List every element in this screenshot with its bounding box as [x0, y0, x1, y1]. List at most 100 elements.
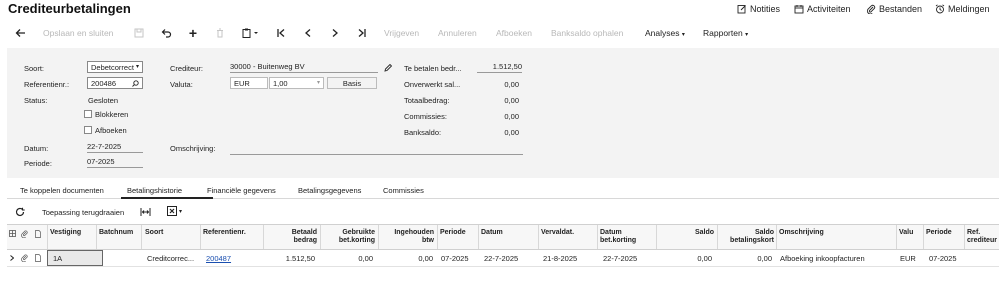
last-record-icon[interactable]: [356, 27, 368, 39]
grid-settings-icon[interactable]: [9, 230, 16, 237]
col-paid-amount[interactable]: Betaald bedrag: [265, 229, 317, 245]
currency-field[interactable]: EUR: [230, 77, 268, 89]
block-checkbox[interactable]: [84, 110, 92, 118]
tab-payment-details[interactable]: Betalingsgegevens: [298, 186, 361, 195]
col-separator: [538, 225, 539, 249]
type-select[interactable]: Debetcorrect ▾: [87, 61, 143, 73]
notifications-label: Meldingen: [948, 4, 990, 14]
search-icon[interactable]: [132, 80, 139, 87]
col-date[interactable]: Datum: [481, 229, 503, 237]
col-used-line2: bet.korting: [338, 237, 375, 244]
description-field[interactable]: [230, 144, 523, 155]
cell-period-2[interactable]: 07-2025: [929, 254, 957, 263]
undo-icon[interactable]: [160, 27, 172, 39]
tab-documents[interactable]: Te koppelen documenten: [20, 186, 104, 195]
grid-header: Vestiging Batchnum Soort Referentienr. B…: [7, 224, 999, 250]
next-record-icon[interactable]: [329, 27, 341, 39]
col-description[interactable]: Omschrijving: [779, 229, 824, 237]
files-link[interactable]: Bestanden: [866, 4, 922, 14]
tab-commissions[interactable]: Commissies: [383, 186, 424, 195]
period-field[interactable]: 07-2025: [87, 157, 143, 168]
date-field[interactable]: 22-7-2025: [87, 142, 143, 153]
col-due-date[interactable]: Vervaldat.: [541, 229, 574, 237]
export-excel-button[interactable]: ▾: [167, 206, 182, 216]
cell-balance[interactable]: 0,00: [659, 254, 712, 263]
write-off-checkbox[interactable]: [84, 126, 92, 134]
col-used-discount[interactable]: Gebruikte bet.korting: [322, 229, 375, 245]
previous-record-icon[interactable]: [302, 27, 314, 39]
creditor-field[interactable]: 30000 - Buitenweg BV: [230, 62, 378, 73]
cell-balance-discount[interactable]: 0,00: [719, 254, 772, 263]
attachment-column-icon: [21, 230, 28, 238]
basis-button[interactable]: Basis: [327, 77, 377, 89]
cell-branch[interactable]: 1A: [53, 254, 62, 263]
write-off-button[interactable]: Afboeken: [496, 28, 532, 38]
col-separator: [96, 225, 97, 249]
amount-due-field[interactable]: 1.512,50: [477, 62, 522, 73]
files-label: Bestanden: [879, 4, 923, 14]
col-type[interactable]: Soort: [145, 229, 163, 237]
tab-payment-history[interactable]: Betalingshistorie: [127, 186, 182, 195]
cell-discount-date[interactable]: 22-7-2025: [603, 254, 637, 263]
cell-due-date[interactable]: 21-8-2025: [543, 254, 577, 263]
reports-menu[interactable]: Rapporten ▾: [703, 28, 748, 38]
cell-used-discount[interactable]: 0,00: [322, 254, 373, 263]
col-currency[interactable]: Valu: [899, 229, 913, 237]
col-creditor-ref[interactable]: Ref. crediteur: [967, 229, 997, 245]
col-withheld-vat[interactable]: Ingehouden btw: [380, 229, 434, 245]
col-balance[interactable]: Saldo: [659, 229, 714, 237]
fit-columns-icon[interactable]: [140, 207, 151, 217]
cell-currency[interactable]: EUR: [900, 254, 916, 263]
analyses-menu[interactable]: Analyses ▾: [645, 28, 685, 38]
notifications-link[interactable]: Meldingen: [935, 4, 990, 14]
reports-label: Rapporten: [703, 28, 743, 38]
col-withheld-line2: btw: [421, 237, 434, 244]
col-separator: [378, 225, 379, 249]
title-bar: Crediteurbetalingen Notities Activiteite…: [0, 0, 999, 20]
col-period[interactable]: Periode: [440, 229, 466, 237]
col-separator: [656, 225, 657, 249]
paste-dropdown-icon[interactable]: [241, 27, 261, 39]
cell-reference-link[interactable]: 200487: [206, 254, 231, 263]
total-value: 0,00: [504, 96, 519, 105]
creditor-label: Crediteur:: [170, 64, 203, 73]
refresh-icon[interactable]: [15, 207, 25, 217]
back-arrow-icon[interactable]: [14, 27, 26, 39]
status-value: Gesloten: [88, 96, 119, 105]
fetch-balance-button[interactable]: Banksaldo ophalen: [551, 28, 623, 38]
notes-link[interactable]: Notities: [737, 4, 780, 14]
release-button[interactable]: Vrijgeven: [384, 28, 419, 38]
cell-withheld[interactable]: 0,00: [380, 254, 433, 263]
cell-description[interactable]: Afboeking inkoopfacturen: [780, 254, 865, 263]
edit-icon[interactable]: [384, 64, 392, 72]
row-attachment-icon[interactable]: [21, 254, 28, 262]
cell-period[interactable]: 07-2025: [441, 254, 469, 263]
col-separator: [597, 225, 598, 249]
col-period-2[interactable]: Periode: [926, 229, 952, 237]
col-paid-line2: bedrag: [293, 237, 317, 244]
cell-type[interactable]: Creditcorrec...: [147, 254, 194, 263]
table-row[interactable]: 1A Creditcorrec... 200487 1.512,50 0,00 …: [7, 250, 999, 267]
reference-field[interactable]: 200486: [87, 77, 143, 89]
col-batch[interactable]: Batchnum: [99, 229, 133, 237]
bank-balance-label: Banksaldo:: [404, 128, 442, 137]
cell-paid[interactable]: 1.512,50: [265, 254, 315, 263]
cancel-button[interactable]: Annuleren: [438, 28, 477, 38]
activities-link[interactable]: Activiteiten: [794, 4, 851, 14]
save-icon[interactable]: [133, 27, 145, 39]
delete-icon[interactable]: [214, 27, 226, 39]
col-discount-date[interactable]: Datum bet.korting: [600, 229, 636, 245]
first-record-icon[interactable]: [275, 27, 287, 39]
rate-field[interactable]: 1,00 ▾: [269, 77, 324, 89]
row-note-icon[interactable]: [35, 254, 41, 262]
tab-financial[interactable]: Financiële gegevens: [207, 186, 276, 195]
apply-reverse-button[interactable]: Toepassing terugdraaien: [42, 208, 124, 217]
col-branch[interactable]: Vestiging: [50, 229, 81, 237]
date-label: Datum:: [24, 144, 49, 153]
add-icon[interactable]: +: [187, 25, 199, 41]
col-reference[interactable]: Referentienr.: [203, 229, 246, 237]
cell-date[interactable]: 22-7-2025: [484, 254, 518, 263]
col-balance-discount[interactable]: Saldo betalingskort: [719, 229, 774, 245]
status-label: Status:: [24, 96, 48, 105]
save-close-button[interactable]: Opslaan en sluiten: [43, 28, 113, 38]
